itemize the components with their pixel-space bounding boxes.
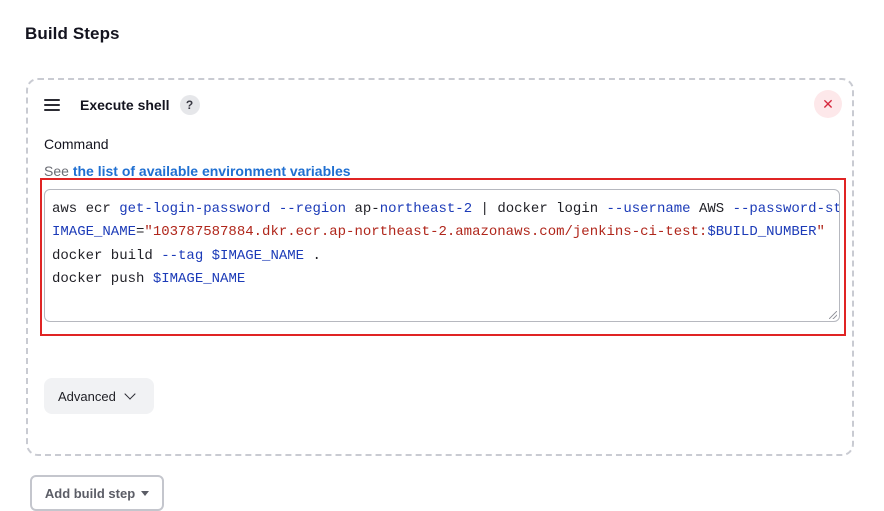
caret-down-icon bbox=[141, 490, 150, 496]
code-line: docker build --tag $IMAGE_NAME . bbox=[52, 247, 321, 264]
resize-grip-icon[interactable] bbox=[829, 311, 837, 319]
section-title: Build Steps bbox=[25, 24, 120, 43]
code-line: docker push $IMAGE_NAME bbox=[52, 270, 246, 287]
env-variables-link[interactable]: the list of available environment variab… bbox=[73, 163, 351, 179]
command-textarea[interactable]: aws ecr get-login-password --region ap-n… bbox=[44, 189, 840, 322]
add-build-step-button[interactable]: Add build step bbox=[30, 475, 164, 511]
advanced-label: Advanced bbox=[58, 388, 116, 404]
step-header: Execute shell ? bbox=[44, 93, 200, 117]
chevron-down-icon bbox=[124, 388, 136, 400]
command-code: aws ecr get-login-password --region ap-n… bbox=[52, 198, 839, 291]
env-hint-prefix: See bbox=[44, 163, 73, 179]
drag-handle-icon[interactable] bbox=[44, 99, 60, 111]
build-step-card: Execute shell ? ✕ Command See the list o… bbox=[26, 78, 854, 456]
env-hint: See the list of available environment va… bbox=[44, 163, 351, 179]
command-label: Command bbox=[44, 136, 109, 152]
delete-step-button[interactable]: ✕ bbox=[814, 90, 842, 118]
advanced-button[interactable]: Advanced bbox=[44, 378, 154, 414]
step-title: Execute shell bbox=[80, 97, 170, 113]
add-build-step-label: Add build step bbox=[44, 485, 136, 501]
help-icon[interactable]: ? bbox=[179, 95, 200, 115]
code-line: IMAGE_NAME="103787587884.dkr.ecr.ap-nort… bbox=[52, 224, 825, 241]
code-line: aws ecr get-login-password --region ap-n… bbox=[52, 201, 839, 217]
